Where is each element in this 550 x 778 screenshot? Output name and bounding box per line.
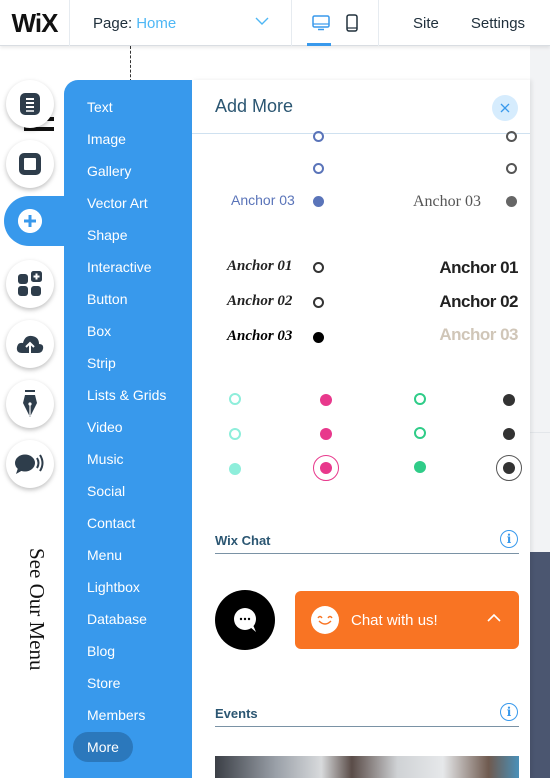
- category-lists-grids[interactable]: Lists & Grids: [64, 384, 192, 416]
- canvas-divider: [530, 432, 550, 433]
- rail-add-apps-button[interactable]: [6, 260, 54, 308]
- panel-header: Add More: [192, 80, 530, 134]
- rail-blog-button[interactable]: [6, 380, 54, 428]
- category-button[interactable]: Button: [64, 288, 192, 320]
- anchor-dot-filled: [320, 428, 332, 440]
- anchor-label: Anchor 03: [227, 328, 293, 344]
- site-menu[interactable]: Site: [413, 0, 439, 46]
- anchor-dot-filled: [414, 461, 426, 473]
- settings-menu[interactable]: Settings: [471, 0, 525, 46]
- info-icon[interactable]: i: [500, 703, 518, 721]
- anchor-dot-filled: [313, 196, 324, 207]
- anchor-dot-filled: [320, 394, 332, 406]
- anchor-dot-filled: [313, 332, 324, 343]
- add-apps-icon: [18, 271, 42, 296]
- events-preview-image[interactable]: [215, 756, 519, 778]
- wix-logo[interactable]: WiX: [0, 0, 70, 46]
- upload-icon: [16, 335, 44, 354]
- anchor-dot-filled: [320, 462, 332, 474]
- canvas-dark-section: [530, 552, 550, 778]
- anchor-dot-empty: [414, 427, 426, 439]
- background-icon: [19, 153, 41, 175]
- category-lightbox[interactable]: Lightbox: [64, 576, 192, 608]
- mobile-icon[interactable]: [346, 14, 358, 32]
- chat-bubble-widget[interactable]: [215, 590, 275, 650]
- category-menu[interactable]: Menu: [64, 544, 192, 576]
- smiley-icon: [311, 606, 339, 634]
- anchor-label: Anchor 01: [227, 258, 293, 274]
- events-title: Events: [215, 706, 258, 721]
- anchor-dot-empty: [414, 393, 426, 405]
- canvas-guide-line: [130, 46, 131, 82]
- anchor-dot-empty: [313, 131, 324, 142]
- rail-media-button[interactable]: [6, 320, 54, 368]
- anchor-label: Anchor 01: [439, 258, 518, 277]
- category-blog[interactable]: Blog: [64, 640, 192, 672]
- info-icon[interactable]: i: [500, 530, 518, 548]
- anchor-dot-empty: [229, 393, 241, 405]
- chat-icon: [15, 454, 44, 474]
- page-selector[interactable]: Page: Home: [70, 0, 292, 46]
- chat-label: Chat with us!: [351, 611, 438, 629]
- chevron-up-icon: [487, 613, 501, 622]
- anchor-dot-filled: [503, 428, 515, 440]
- close-button[interactable]: [492, 95, 518, 121]
- category-strip[interactable]: Strip: [64, 352, 192, 384]
- see-our-menu-text: See Our Menu: [25, 548, 49, 671]
- page-value: Home: [136, 14, 177, 32]
- active-device-indicator: [307, 43, 331, 46]
- anchor-label: Anchor 03: [231, 192, 295, 208]
- pen-icon: [23, 390, 37, 417]
- add-icon: [18, 209, 42, 233]
- anchor-label: Anchor 02: [227, 293, 293, 309]
- category-box[interactable]: Box: [64, 320, 192, 352]
- category-database[interactable]: Database: [64, 608, 192, 640]
- category-interactive[interactable]: Interactive: [64, 256, 192, 288]
- anchor-dot-empty: [506, 131, 517, 142]
- wix-chat-title: Wix Chat: [215, 533, 271, 548]
- chat-bubble-icon: [234, 608, 256, 632]
- device-switcher: [292, 0, 379, 46]
- anchor-label: Anchor 03: [439, 325, 518, 344]
- category-more-selected[interactable]: More: [73, 732, 133, 762]
- anchor-label: Anchor 02: [439, 292, 518, 311]
- rail-background-button[interactable]: [6, 140, 54, 188]
- rail-engage-button[interactable]: [6, 440, 54, 488]
- section-divider: [215, 553, 519, 554]
- anchor-dot-empty: [313, 163, 324, 174]
- page-label: Page:: [93, 14, 133, 32]
- anchor-dot-empty: [313, 262, 324, 273]
- top-bar: WiX Page: Home Site Settings: [0, 0, 550, 46]
- anchor-dot-filled: [229, 463, 241, 475]
- category-contact[interactable]: Contact: [64, 512, 192, 544]
- category-music[interactable]: Music: [64, 448, 192, 480]
- chevron-down-icon: [255, 17, 269, 25]
- category-image[interactable]: Image: [64, 128, 192, 160]
- category-store[interactable]: Store: [64, 672, 192, 704]
- category-text[interactable]: Text: [64, 96, 192, 128]
- anchor-dot-empty: [506, 163, 517, 174]
- category-members[interactable]: Members: [64, 704, 192, 736]
- panel-title: Add More: [215, 96, 294, 116]
- anchor-label: Anchor 03: [413, 193, 481, 210]
- category-social[interactable]: Social: [64, 480, 192, 512]
- anchor-dot-empty: [229, 428, 241, 440]
- chat-bar-widget[interactable]: Chat with us!: [295, 591, 519, 649]
- rail-pages-button[interactable]: [6, 80, 54, 128]
- anchor-dot-filled: [503, 462, 515, 474]
- add-categories-panel: Text Image Gallery Vector Art Shape Inte…: [64, 80, 192, 778]
- add-more-panel: Add More Anchor 03 Anchor 03 Anchor 01 A…: [192, 80, 530, 778]
- rail-add-button[interactable]: [4, 196, 84, 246]
- anchor-dot-empty: [313, 297, 324, 308]
- anchor-dot-filled: [506, 196, 517, 207]
- category-video[interactable]: Video: [64, 416, 192, 448]
- desktop-icon[interactable]: [312, 15, 330, 31]
- category-gallery[interactable]: Gallery: [64, 160, 192, 192]
- anchor-dot-filled: [503, 394, 515, 406]
- pages-icon: [20, 93, 40, 115]
- close-icon: [500, 103, 510, 113]
- section-divider: [215, 726, 519, 727]
